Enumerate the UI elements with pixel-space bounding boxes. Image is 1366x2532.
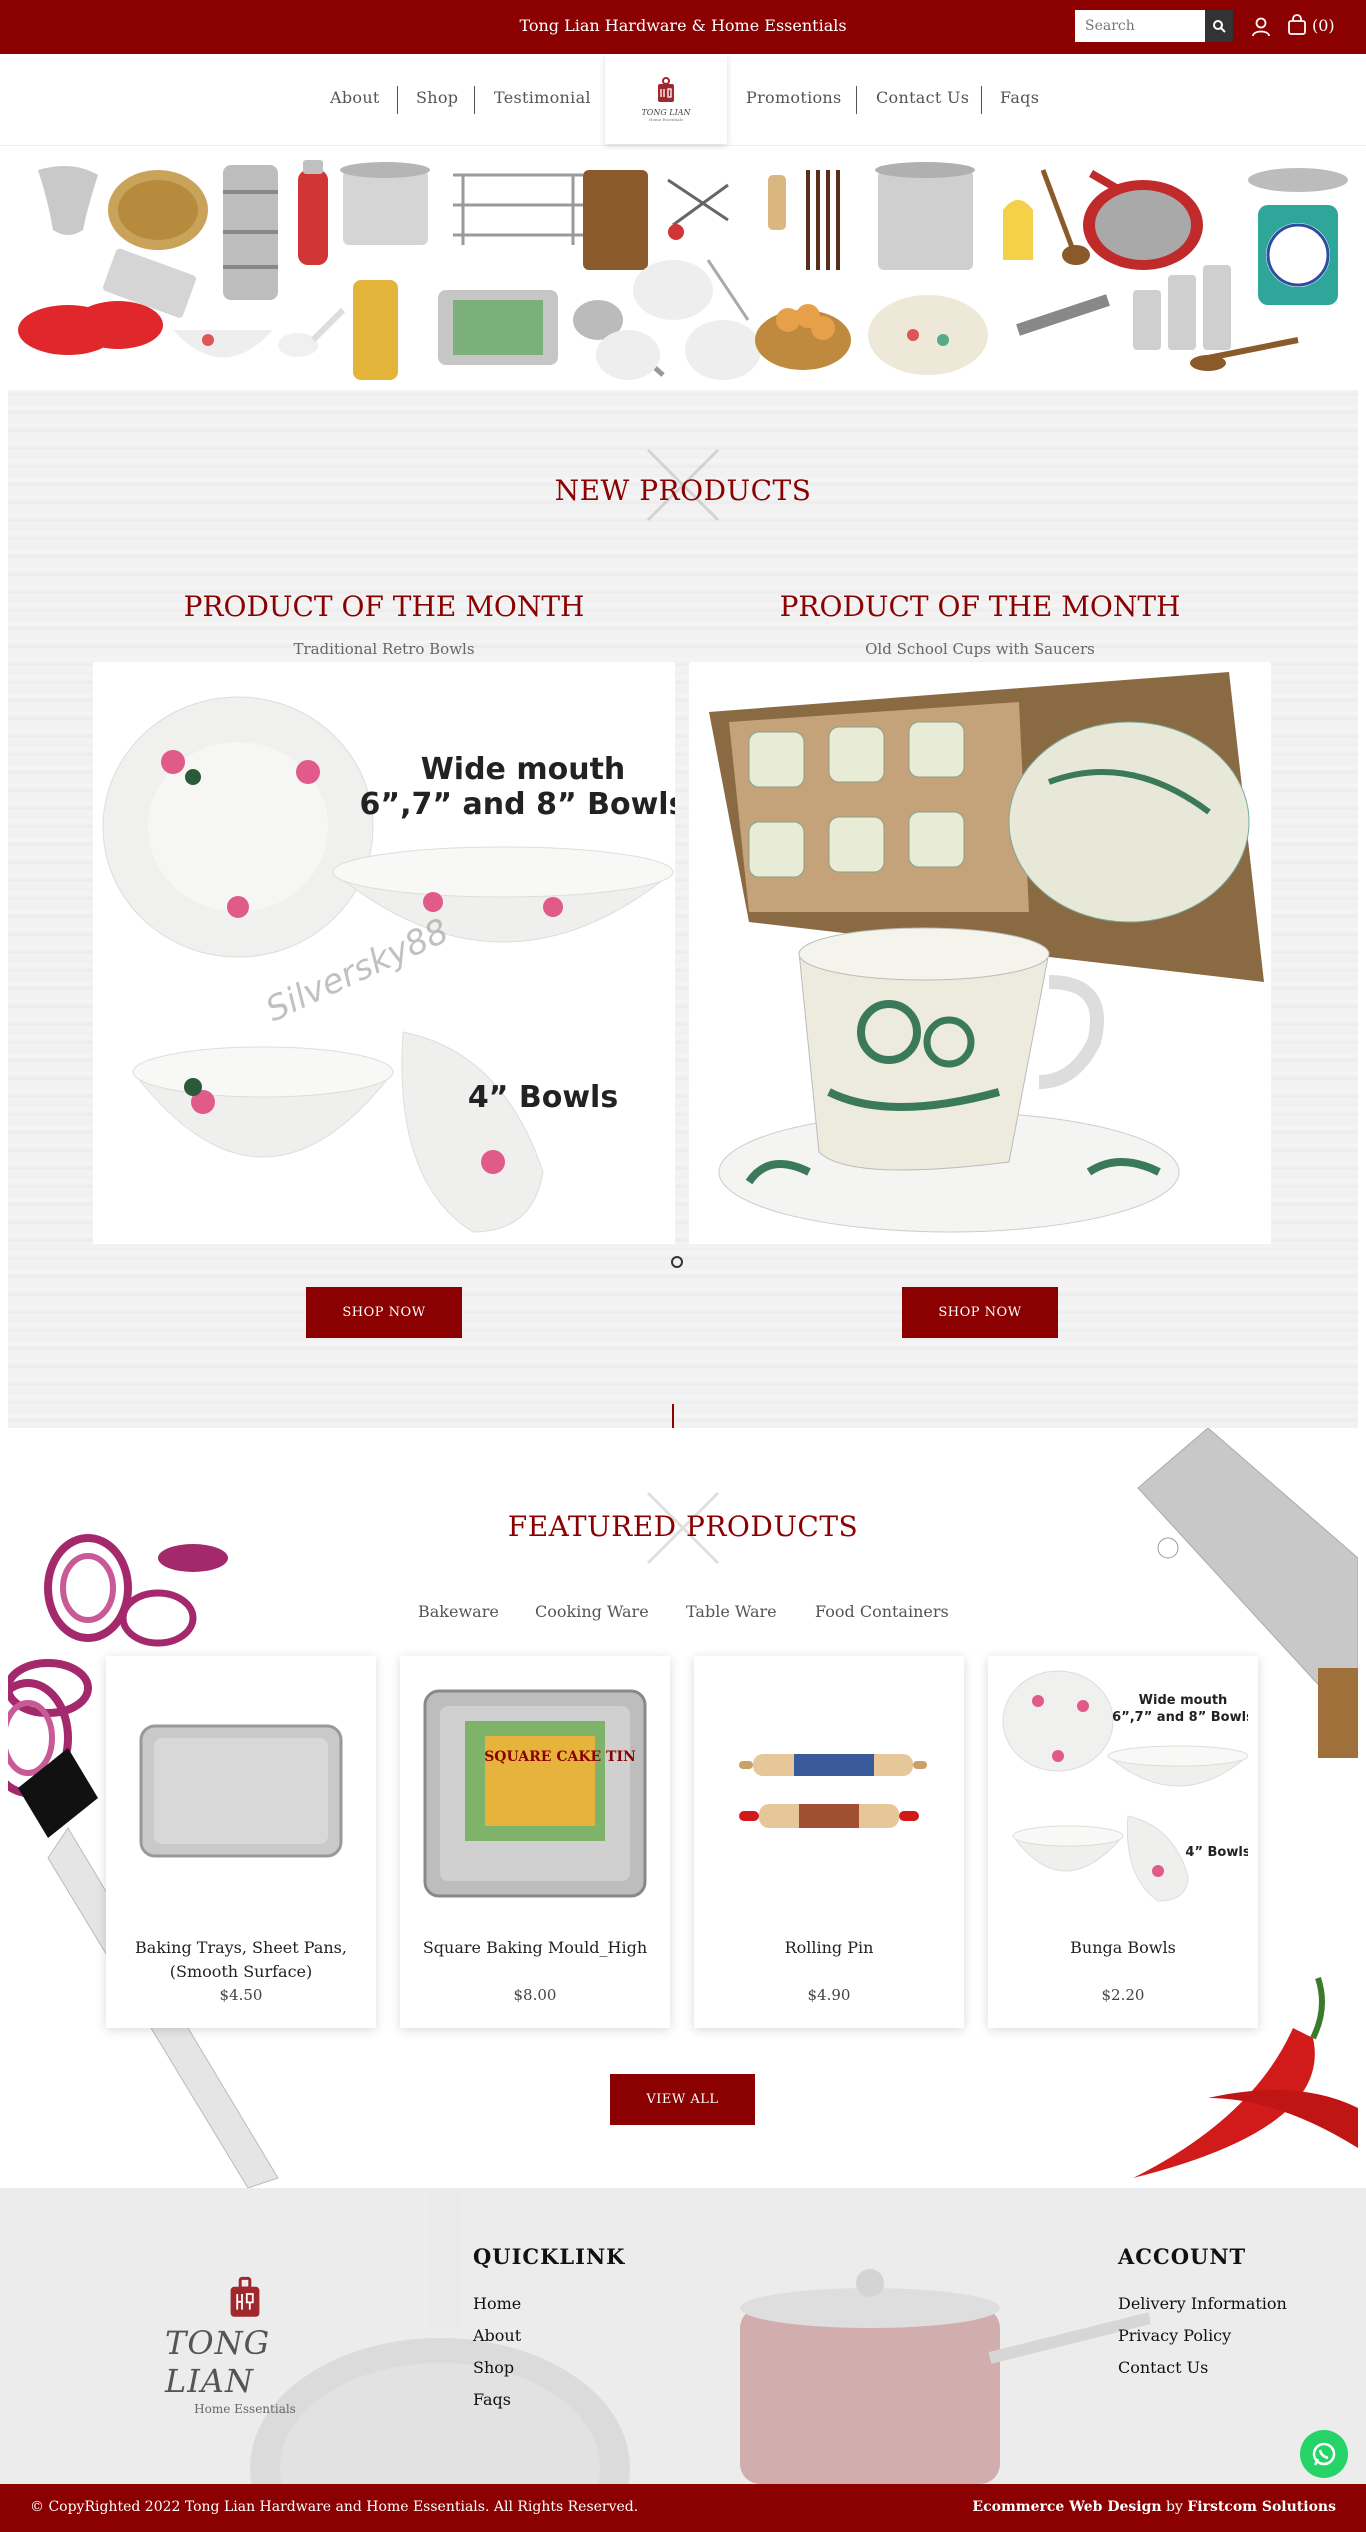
footer-logo-subtext: Home Essentials xyxy=(194,2402,296,2416)
user-icon[interactable] xyxy=(1250,16,1272,38)
view-all-button[interactable]: VIEW ALL xyxy=(610,2074,755,2125)
carousel-dot[interactable] xyxy=(671,1256,683,1268)
rolling-pin-image xyxy=(739,1754,927,1828)
product-card[interactable]: SQUARE CAKE TIN Square Baking Mould_High… xyxy=(400,1656,670,2028)
product-card[interactable]: Wide mouth 6”,7” and 8” Bowls 4” Bowls B… xyxy=(988,1656,1258,2028)
footer-link-shop[interactable]: Shop xyxy=(473,2358,514,2377)
footer-link-privacy-policy[interactable]: Privacy Policy xyxy=(1118,2326,1231,2345)
whatsapp-icon xyxy=(1312,2442,1336,2466)
product-price: $4.50 xyxy=(219,1986,263,2004)
nav-item-faqs[interactable]: Faqs xyxy=(1000,88,1039,107)
logo-icon xyxy=(230,2276,260,2317)
credit-link[interactable]: Ecommerce Web Design xyxy=(972,2499,1161,2515)
whatsapp-chat-button[interactable] xyxy=(1300,2430,1348,2478)
cups-saucers-image[interactable] xyxy=(689,662,1271,1244)
hero-banner-image xyxy=(8,150,1358,390)
housewares-collage-image xyxy=(18,160,1348,380)
product-name[interactable]: Square Baking Mould_High xyxy=(410,1936,660,1960)
credit-company-link[interactable]: Firstcom Solutions xyxy=(1187,2499,1336,2515)
nav-separator xyxy=(981,86,982,114)
bowls-image-text: Wide mouth xyxy=(1139,1693,1228,1708)
account-heading: ACCOUNT xyxy=(1118,2244,1247,2269)
new-products-title: NEW PRODUCTS xyxy=(554,474,812,507)
retro-bowls-image[interactable]: Wide mouth 6”,7” and 8” Bowls 4” Bowls S… xyxy=(93,662,675,1244)
product-name[interactable]: Baking Trays, Sheet Pans, (Smooth Surfac… xyxy=(116,1936,366,1984)
nav-item-shop[interactable]: Shop xyxy=(416,88,458,107)
top-bar: Tong Lian Hardware & Home Essentials (0) xyxy=(0,0,1366,54)
footer-link-about[interactable]: About xyxy=(473,2326,521,2345)
product-of-month-subtitle: Old School Cups with Saucers xyxy=(865,640,1095,658)
product-of-month-subtitle: Traditional Retro Bowls xyxy=(293,640,475,658)
footer-link-faqs[interactable]: Faqs xyxy=(473,2390,511,2409)
baking-tray-image xyxy=(139,1724,343,1858)
product-name[interactable]: Bunga Bowls xyxy=(998,1936,1248,1960)
nav-item-contact-us[interactable]: Contact Us xyxy=(876,88,969,107)
shopping-bag-icon[interactable] xyxy=(1286,14,1308,36)
bottom-bar: © CopyRighted 2022 Tong Lian Hardware an… xyxy=(0,2484,1366,2532)
bowls-image-text: 4” Bowls xyxy=(1185,1845,1248,1860)
bowls-image-text: 4” Bowls xyxy=(468,1080,618,1115)
product-card[interactable]: Baking Trays, Sheet Pans, (Smooth Surfac… xyxy=(106,1656,376,2028)
cookware-background-image xyxy=(250,2188,1150,2484)
bowls-image-text: 6”,7” and 8” Bowls xyxy=(360,787,675,822)
new-products-section: NEW PRODUCTS PRODUCT OF THE MONTH Tradit… xyxy=(8,390,1358,1428)
product-price: $4.90 xyxy=(807,1986,851,2004)
tab-table-ware[interactable]: Table Ware xyxy=(686,1602,777,1621)
credit-text: Ecommerce Web Design by Firstcom Solutio… xyxy=(972,2499,1336,2515)
product-price: $2.20 xyxy=(1101,1986,1145,2004)
product-name[interactable]: Rolling Pin xyxy=(704,1936,954,1960)
nav-separator xyxy=(856,86,857,114)
footer-link-contact-us[interactable]: Contact Us xyxy=(1118,2358,1208,2377)
nav-item-about[interactable]: About xyxy=(330,88,380,107)
bowls-image-text: 6”,7” and 8” Bowls xyxy=(1112,1710,1248,1725)
tab-food-containers[interactable]: Food Containers xyxy=(815,1602,949,1621)
logo-text: TONG LIAN xyxy=(641,108,691,117)
logo-subtext: Home Essentials xyxy=(649,117,683,122)
square-cake-tin-image: SQUARE CAKE TIN xyxy=(423,1689,647,1898)
nav-item-promotions[interactable]: Promotions xyxy=(746,88,842,107)
search-input[interactable] xyxy=(1075,10,1205,42)
product-card[interactable]: Rolling Pin $4.90 xyxy=(694,1656,964,2028)
quicklink-heading: QUICKLINK xyxy=(473,2244,626,2269)
logo-icon xyxy=(658,77,674,102)
credit-by: by xyxy=(1161,2499,1188,2515)
nav-item-testimonial[interactable]: Testimonial xyxy=(494,88,591,107)
bowls-image-text: Wide mouth xyxy=(421,752,626,787)
bunga-bowls-image: Wide mouth 6”,7” and 8” Bowls 4” Bowls xyxy=(1002,1670,1248,1902)
nav-separator xyxy=(397,86,398,114)
nav-separator xyxy=(474,86,475,114)
cart-count[interactable]: (0) xyxy=(1312,16,1335,35)
featured-products-section: FEATURED PRODUCTS Bakeware Cooking Ware … xyxy=(8,1428,1358,2188)
tab-bakeware[interactable]: Bakeware xyxy=(418,1602,499,1621)
product-price: $8.00 xyxy=(513,1986,557,2004)
product-of-month-title: PRODUCT OF THE MONTH xyxy=(183,590,585,623)
footer-link-home[interactable]: Home xyxy=(473,2294,521,2313)
search-icon xyxy=(1213,20,1226,33)
footer: TONG LIAN Home Essentials QUICKLINK Home… xyxy=(0,2188,1366,2484)
square-cake-tin-label: SQUARE CAKE TIN xyxy=(484,1749,636,1765)
footer-link-delivery-information[interactable]: Delivery Information xyxy=(1118,2294,1287,2313)
footer-logo[interactable]: TONG LIAN Home Essentials xyxy=(165,2276,325,2416)
product-of-month-title: PRODUCT OF THE MONTH xyxy=(779,590,1181,623)
shop-now-button[interactable]: SHOP NOW xyxy=(306,1287,462,1338)
shop-now-button[interactable]: SHOP NOW xyxy=(902,1287,1058,1338)
copyright-text: © CopyRighted 2022 Tong Lian Hardware an… xyxy=(30,2499,639,2515)
featured-products-title: FEATURED PRODUCTS xyxy=(507,1510,859,1543)
tab-cooking-ware[interactable]: Cooking Ware xyxy=(535,1602,649,1621)
main-nav: About Shop Testimonial TONG LIAN Home Es… xyxy=(0,54,1366,146)
footer-logo-text: TONG LIAN xyxy=(165,2324,271,2400)
search-button[interactable] xyxy=(1205,10,1233,42)
nav-logo[interactable]: TONG LIAN Home Essentials xyxy=(605,54,727,144)
